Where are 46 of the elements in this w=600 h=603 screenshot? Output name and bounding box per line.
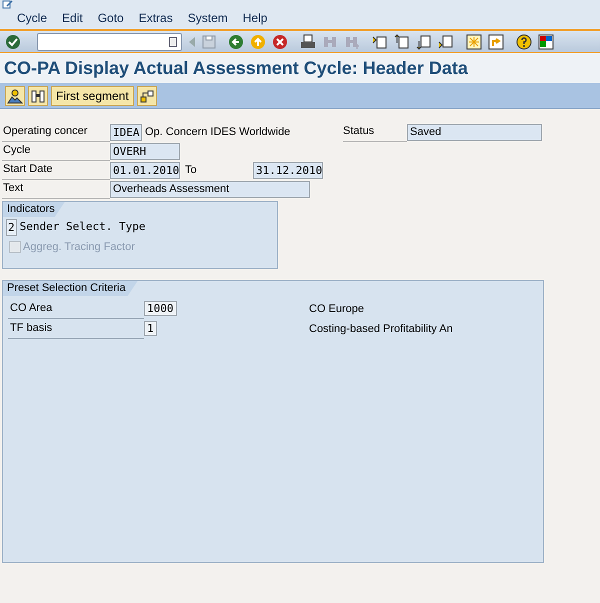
menu-item[interactable]: Goto	[98, 9, 124, 27]
field-label: TF basis	[8, 319, 144, 339]
field-label: CO Area	[8, 299, 144, 319]
end-date-field[interactable]: 31.12.2010	[253, 162, 323, 179]
new-session-icon[interactable]	[466, 34, 482, 50]
menu-item[interactable]: Extras	[138, 9, 173, 27]
field-description: Costing-based Profitability An	[309, 322, 453, 337]
previous-page-icon[interactable]	[394, 34, 410, 50]
checkbox-label: Aggreg. Tracing Factor	[23, 240, 135, 255]
print-icon[interactable]	[300, 34, 316, 50]
cancel-icon[interactable]	[272, 34, 288, 50]
first-page-icon[interactable]	[372, 34, 388, 50]
menu-item[interactable]: Edit	[62, 9, 83, 27]
start-date-field[interactable]: 01.01.2010	[110, 162, 180, 179]
dropdown-icon[interactable]	[169, 36, 177, 46]
back-icon[interactable]	[228, 34, 244, 50]
save-icon[interactable]	[202, 34, 216, 48]
screen-title: CO-PA Display Actual Assessment Cycle: Header Data	[4, 56, 468, 80]
operating-concern-field[interactable]: IDEA	[110, 124, 142, 141]
last-page-icon[interactable]	[438, 34, 454, 50]
find-button[interactable]	[28, 86, 48, 106]
window-icon[interactable]	[2, 0, 14, 9]
status-field[interactable]: Saved	[407, 124, 542, 141]
cycle-field[interactable]: OVERH	[110, 143, 180, 160]
field-label: Sender Select. Type	[20, 219, 146, 236]
menu-item[interactable]: System	[188, 9, 228, 27]
text-field[interactable]: Overheads Assessment	[110, 181, 310, 198]
group-title: Indicators	[3, 202, 65, 217]
next-page-icon[interactable]	[416, 34, 432, 50]
field-label: To	[185, 163, 198, 178]
display-object-button[interactable]	[5, 86, 25, 106]
field-description: Op. Concern IDES Worldwide	[145, 125, 292, 140]
hierarchy-button[interactable]	[136, 86, 157, 106]
enter-icon[interactable]	[5, 34, 21, 50]
value-field[interactable]: 1	[144, 320, 157, 336]
command-field[interactable]	[37, 32, 182, 50]
first-segment-button[interactable]: First segment	[51, 86, 134, 106]
help-icon[interactable]	[516, 34, 532, 50]
menu-item[interactable]: Help	[242, 9, 268, 27]
sender-select-field[interactable]: 2	[6, 219, 17, 236]
shortcut-icon[interactable]	[488, 34, 504, 50]
layout-icon[interactable]	[538, 34, 554, 50]
group-title: Preset Selection Criteria	[3, 281, 138, 296]
value-field[interactable]: 1000	[144, 300, 176, 316]
field-description: CO Europe	[309, 302, 364, 317]
menu-item[interactable]: Cycle	[17, 9, 48, 27]
